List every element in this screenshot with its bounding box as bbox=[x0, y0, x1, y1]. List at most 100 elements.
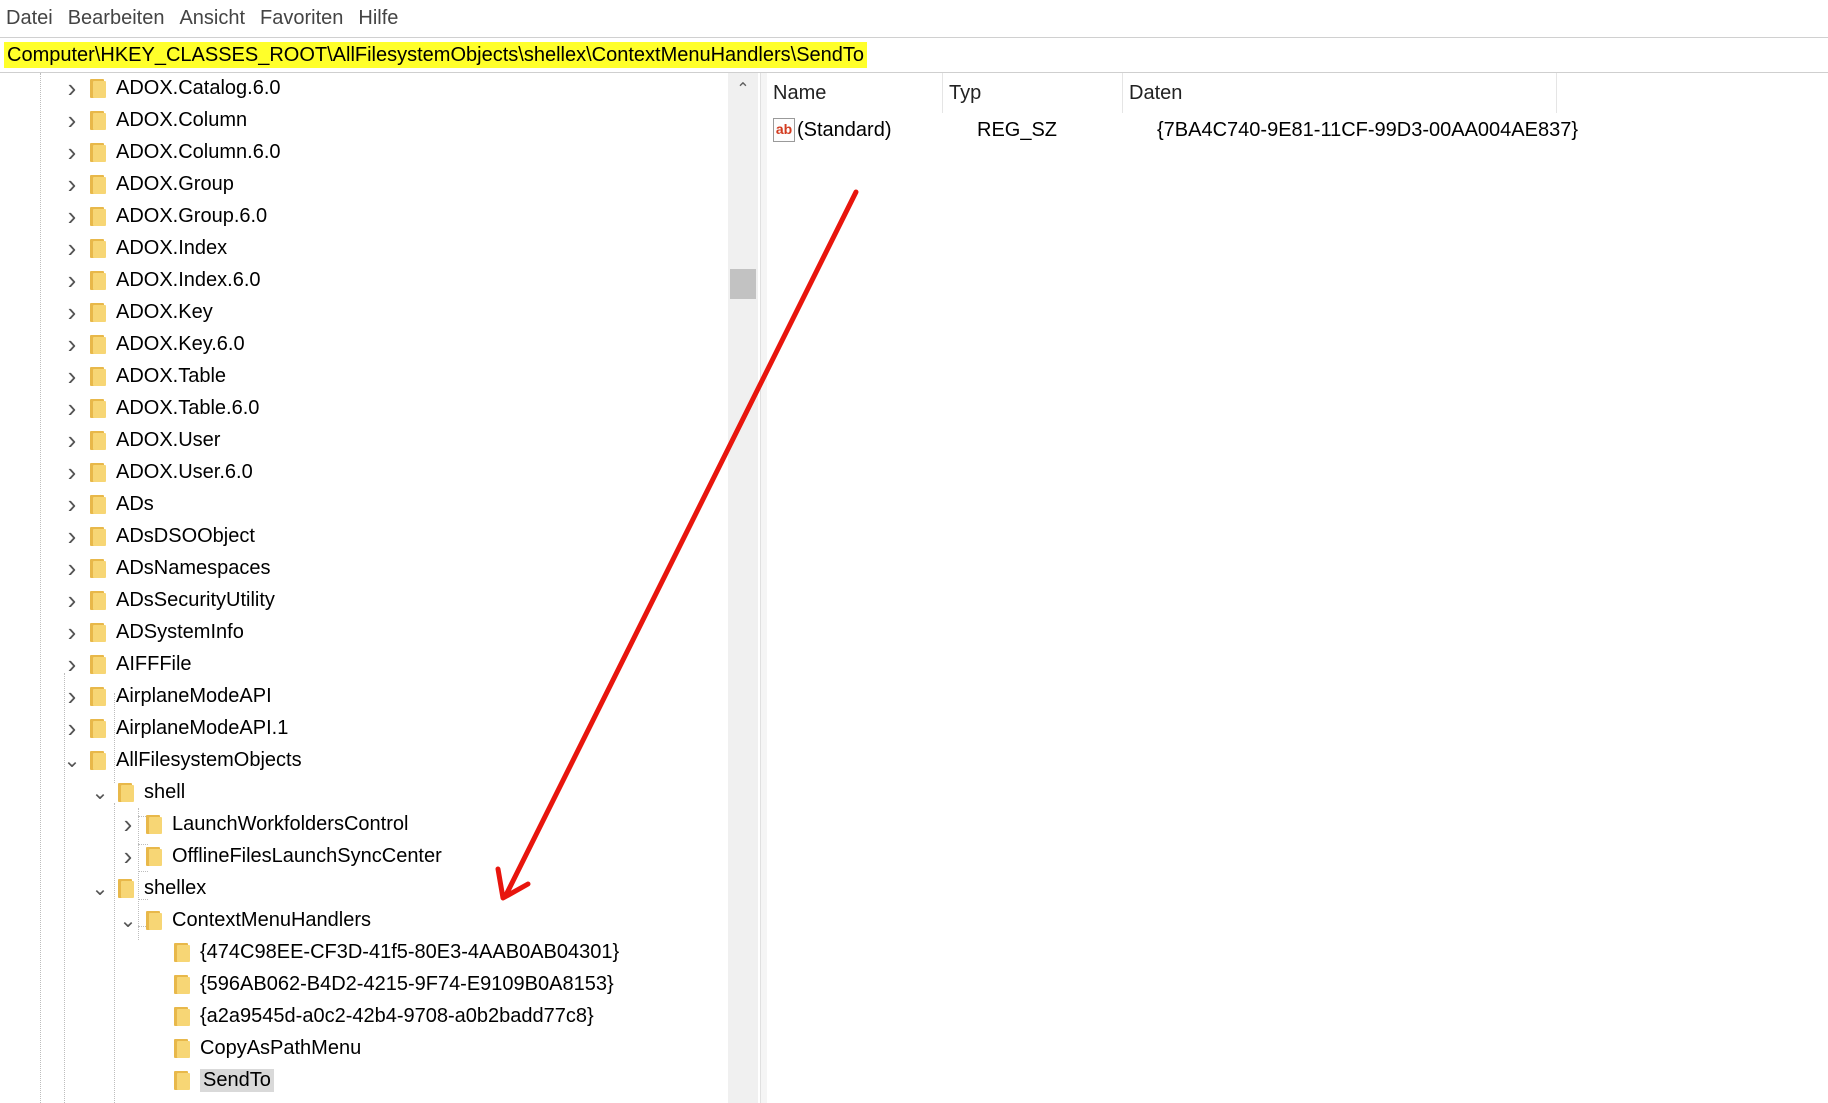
tree-item[interactable]: › ADOX.Index bbox=[62, 233, 228, 263]
column-header-data[interactable]: Daten bbox=[1123, 73, 1557, 113]
folder-icon bbox=[144, 845, 164, 867]
chevron-right-icon[interactable]: › bbox=[62, 73, 82, 103]
chevron-right-icon[interactable]: › bbox=[62, 521, 82, 551]
tree-item[interactable]: › AIFFFile bbox=[62, 649, 192, 679]
tree-item[interactable]: › ADOX.Column bbox=[62, 105, 248, 135]
menu-edit[interactable]: Bearbeiten bbox=[68, 7, 165, 30]
tree-item[interactable]: › ADsNamespaces bbox=[62, 553, 271, 583]
folder-icon bbox=[88, 557, 108, 579]
chevron-right-icon[interactable]: › bbox=[62, 713, 82, 743]
tree-item[interactable]: › AirplaneModeAPI.1 bbox=[62, 713, 289, 743]
chevron-right-icon[interactable]: › bbox=[118, 809, 138, 839]
tree-item[interactable]: › AirplaneModeAPI bbox=[62, 681, 272, 711]
chevron-right-icon[interactable]: › bbox=[62, 105, 82, 135]
folder-icon bbox=[88, 461, 108, 483]
chevron-right-icon[interactable]: › bbox=[62, 201, 82, 231]
tree-item[interactable]: › ADsDSOObject bbox=[62, 521, 255, 551]
list-row[interactable]: ab (Standard) REG_SZ {7BA4C740-9E81-11CF… bbox=[767, 115, 1828, 145]
tree-item[interactable]: ⌄ shell bbox=[90, 777, 186, 807]
folder-icon bbox=[88, 493, 108, 515]
chevron-right-icon[interactable]: › bbox=[62, 361, 82, 391]
tree-item[interactable]: {474C98EE-CF3D-41f5-80E3-4AAB0AB04301} bbox=[146, 937, 619, 967]
chevron-right-icon[interactable]: › bbox=[62, 169, 82, 199]
chevron-right-icon[interactable]: › bbox=[62, 617, 82, 647]
address-path[interactable]: Computer\HKEY_CLASSES_ROOT\AllFilesystem… bbox=[4, 42, 868, 68]
tree-item-label: ADOX.Key bbox=[116, 300, 213, 323]
chevron-right-icon[interactable]: › bbox=[62, 553, 82, 583]
tree-item-label: shell bbox=[144, 780, 186, 803]
chevron-right-icon[interactable]: › bbox=[62, 329, 82, 359]
tree-scrollbar[interactable]: ⌃ bbox=[728, 73, 758, 1103]
chevron-right-icon[interactable]: › bbox=[62, 425, 82, 455]
chevron-right-icon[interactable]: › bbox=[62, 457, 82, 487]
tree-item[interactable]: › ADOX.Key.6.0 bbox=[62, 329, 245, 359]
chevron-right-icon[interactable]: › bbox=[118, 841, 138, 871]
chevron-down-icon[interactable]: ⌄ bbox=[118, 905, 138, 935]
chevron-down-icon[interactable]: ⌄ bbox=[62, 745, 82, 775]
chevron-right-icon[interactable]: › bbox=[62, 649, 82, 679]
tree-item[interactable]: › ADOX.Group bbox=[62, 169, 234, 199]
tree-item[interactable]: › ADOX.User bbox=[62, 425, 221, 455]
chevron-right-icon[interactable]: › bbox=[62, 297, 82, 327]
tree-item[interactable]: › ADOX.Table.6.0 bbox=[62, 393, 260, 423]
tree-item-label: ADOX.Column.6.0 bbox=[116, 140, 281, 163]
tree-guide-shellex bbox=[114, 803, 115, 1103]
tree-item[interactable]: {596AB062-B4D2-4215-9F74-E9109B0A8153} bbox=[146, 969, 614, 999]
address-bar[interactable]: Computer\HKEY_CLASSES_ROOT\AllFilesystem… bbox=[0, 37, 1828, 73]
chevron-down-icon[interactable]: ⌄ bbox=[90, 777, 110, 807]
chevron-right-icon[interactable]: › bbox=[62, 265, 82, 295]
tree-item-label: {474C98EE-CF3D-41f5-80E3-4AAB0AB04301} bbox=[200, 940, 620, 963]
tree-item-label: ADsNamespaces bbox=[116, 556, 271, 579]
chevron-right-icon[interactable]: › bbox=[62, 681, 82, 711]
scroll-thumb[interactable] bbox=[730, 269, 756, 299]
folder-icon bbox=[88, 621, 108, 643]
string-value-icon: ab bbox=[773, 118, 795, 142]
tree-item[interactable]: SendTo bbox=[146, 1065, 274, 1095]
chevron-down-icon[interactable]: ⌄ bbox=[90, 873, 110, 903]
tree-item-label: ADOX.Key.6.0 bbox=[116, 332, 245, 355]
scroll-up-icon[interactable]: ⌃ bbox=[728, 79, 758, 99]
tree-item[interactable]: › ADOX.Table bbox=[62, 361, 226, 391]
menu-view[interactable]: Ansicht bbox=[179, 7, 245, 30]
chevron-right-icon[interactable]: › bbox=[62, 137, 82, 167]
tree-item[interactable]: ⌄ AllFilesystemObjects bbox=[62, 745, 302, 775]
folder-icon bbox=[88, 653, 108, 675]
value-data: {7BA4C740-9E81-11CF-99D3-00AA004AE837} bbox=[1157, 119, 1579, 141]
tree-item[interactable]: › ADsSecurityUtility bbox=[62, 585, 275, 615]
chevron-right-icon[interactable]: › bbox=[62, 585, 82, 615]
menu-file[interactable]: Datei bbox=[6, 7, 53, 30]
chevron-right-icon[interactable]: › bbox=[62, 393, 82, 423]
menu-help[interactable]: Hilfe bbox=[358, 7, 398, 30]
tree-item-label: ADSystemInfo bbox=[116, 620, 244, 643]
tree-item[interactable]: ⌄ shellex bbox=[90, 873, 207, 903]
tree-item[interactable]: › ADSystemInfo bbox=[62, 617, 244, 647]
tree-item[interactable]: › ADs bbox=[62, 489, 154, 519]
tree-item[interactable]: › ADOX.Column.6.0 bbox=[62, 137, 281, 167]
tree-item[interactable]: › ADOX.Key bbox=[62, 297, 213, 327]
folder-icon bbox=[88, 173, 108, 195]
tree-item[interactable]: › ADOX.Index.6.0 bbox=[62, 265, 261, 295]
menu-favorites[interactable]: Favoriten bbox=[260, 7, 343, 30]
tree-item[interactable]: CopyAsPathMenu bbox=[146, 1033, 361, 1063]
tree-item[interactable]: › LaunchWorkfoldersControl bbox=[118, 809, 409, 839]
tree-item[interactable]: › ADOX.User.6.0 bbox=[62, 457, 253, 487]
tree-item[interactable]: › ADOX.Catalog.6.0 bbox=[62, 73, 281, 103]
folder-icon bbox=[88, 269, 108, 291]
folder-icon bbox=[144, 813, 164, 835]
tree-item-label: ADOX.Index bbox=[116, 236, 228, 259]
tree-item[interactable]: › ADOX.Group.6.0 bbox=[62, 201, 268, 231]
chevron-right-icon[interactable]: › bbox=[62, 489, 82, 519]
tree-item-label: AirplaneModeAPI.1 bbox=[116, 716, 289, 739]
folder-icon bbox=[88, 77, 108, 99]
tree-item[interactable]: ⌄ ContextMenuHandlers bbox=[118, 905, 371, 935]
tree-item[interactable]: › OfflineFilesLaunchSyncCenter bbox=[118, 841, 442, 871]
tree-item-label: AIFFFile bbox=[116, 652, 192, 675]
column-header-type[interactable]: Typ bbox=[943, 73, 1123, 113]
folder-icon bbox=[88, 205, 108, 227]
folder-icon bbox=[88, 685, 108, 707]
chevron-right-icon[interactable]: › bbox=[62, 233, 82, 263]
column-header-name[interactable]: Name bbox=[767, 73, 943, 113]
tree-item-label: {a2a9545d-a0c2-42b4-9708-a0b2badd77c8} bbox=[200, 1004, 594, 1027]
tree-item[interactable]: {a2a9545d-a0c2-42b4-9708-a0b2badd77c8} bbox=[146, 1001, 594, 1031]
